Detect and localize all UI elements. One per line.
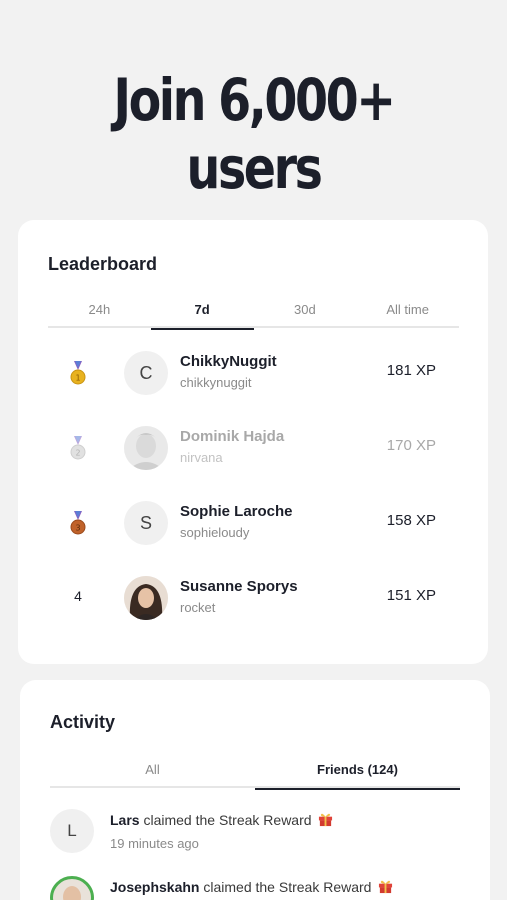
user-name: Dominik Hajda: [180, 428, 285, 445]
bronze-medal-icon: 3: [70, 511, 86, 535]
gift-icon: [379, 880, 393, 894]
xp-value: 170 XP: [386, 437, 436, 454]
user-name: Susanne Sporys: [180, 578, 298, 595]
user-name: ChikkyNuggit: [180, 353, 277, 370]
activity-card: Activity All Friends (124) L Lars claime…: [20, 680, 490, 900]
activity-item[interactable]: Josephskahn claimed the Streak Reward: [20, 876, 490, 900]
gold-medal-icon: 1: [70, 361, 86, 385]
tab-7d[interactable]: 7d: [150, 302, 254, 330]
activity-action: claimed the Streak Reward: [203, 879, 372, 895]
activity-user: Lars: [110, 812, 140, 828]
leaderboard-row[interactable]: 3 S Sophie Laroche sophieloudy 158 XP: [18, 495, 488, 555]
user-handle: chikkynuggit: [180, 375, 252, 390]
avatar: C: [124, 351, 168, 395]
activity-action: claimed the Streak Reward: [143, 812, 312, 828]
user-handle: nirvana: [180, 450, 223, 465]
leaderboard-card: Leaderboard 24h 7d 30d All time 1 C Chik…: [18, 220, 488, 664]
svg-text:3: 3: [75, 524, 80, 533]
person-photo-icon: [124, 426, 168, 470]
user-name: Sophie Laroche: [180, 503, 293, 520]
xp-value: 151 XP: [386, 587, 436, 604]
svg-text:2: 2: [75, 449, 80, 458]
person-photo-icon: [63, 886, 81, 900]
avatar-photo: [50, 876, 94, 900]
silver-medal-icon: 2: [70, 436, 86, 460]
headline: Join 6,000+ users: [113, 66, 396, 202]
activity-item[interactable]: L Lars claimed the Streak Reward 19 minu…: [20, 809, 490, 869]
xp-value: 181 XP: [386, 362, 436, 379]
leaderboard-row[interactable]: 2 Dominik Hajda nirvana 170 XP: [18, 420, 488, 480]
leaderboard-tabs: 24h 7d 30d All time: [48, 302, 459, 330]
activity-time: 19 minutes ago: [110, 836, 199, 851]
tab-all-time[interactable]: All time: [356, 302, 459, 328]
tab-30d[interactable]: 30d: [254, 302, 357, 328]
tab-all[interactable]: All: [50, 762, 255, 788]
activity-text: Josephskahn claimed the Streak Reward: [110, 879, 393, 895]
activity-tabs: All Friends (124): [50, 762, 460, 790]
user-handle: sophieloudy: [180, 525, 250, 540]
avatar: L: [50, 809, 94, 853]
tab-24h[interactable]: 24h: [48, 302, 151, 328]
avatar-photo: [124, 576, 168, 620]
avatar: S: [124, 501, 168, 545]
gift-icon: [319, 813, 333, 827]
person-photo-icon: [124, 576, 168, 620]
leaderboard-title: Leaderboard: [48, 254, 158, 274]
svg-text:1: 1: [75, 374, 80, 383]
activity-text: Lars claimed the Streak Reward: [110, 812, 333, 828]
user-handle: rocket: [180, 600, 216, 615]
rank-number: 4: [74, 588, 82, 604]
xp-value: 158 XP: [386, 512, 436, 529]
activity-user: Josephskahn: [110, 879, 200, 895]
avatar-photo: [124, 426, 168, 470]
leaderboard-row[interactable]: 1 C ChikkyNuggit chikkynuggit 181 XP: [18, 345, 488, 405]
tab-friends[interactable]: Friends (124): [255, 762, 460, 790]
activity-title: Activity: [50, 712, 116, 732]
leaderboard-row[interactable]: 4 Susanne Sporys rocket 151 XP: [18, 570, 488, 630]
